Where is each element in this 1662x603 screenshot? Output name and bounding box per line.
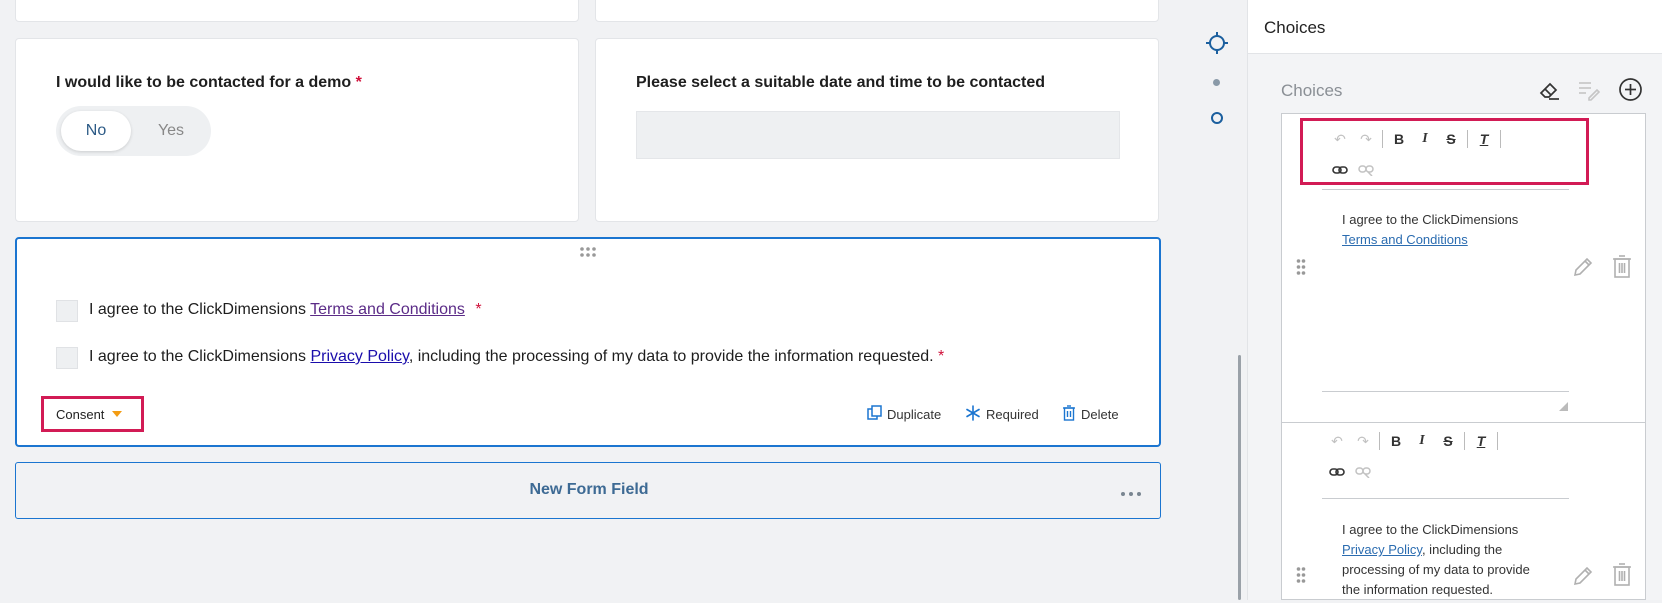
undo-icon[interactable]: ↶	[1324, 429, 1350, 453]
choice-item[interactable]: ↶ ↷ B I S T I agree to the ClickDimensio…	[1282, 423, 1645, 603]
toggle-option-no[interactable]: No	[61, 111, 131, 151]
add-circle-icon[interactable]	[1618, 77, 1643, 102]
rich-text-toolbar: ↶ ↷ B I S T	[1300, 118, 1589, 185]
pencil-icon[interactable]	[1572, 565, 1594, 587]
strikethrough-button[interactable]: S	[1438, 127, 1464, 151]
toggle-option-yes[interactable]: Yes	[136, 111, 206, 151]
date-field-label: Please select a suitable date and time t…	[636, 74, 1046, 91]
new-form-field-label: New Form Field	[529, 481, 649, 498]
trash-icon[interactable]	[1612, 255, 1632, 278]
terms-checkbox[interactable]	[56, 300, 78, 322]
rich-text-toolbar: ↶ ↷ B I S T	[1324, 429, 1501, 453]
demo-field-label: I would like to be contacted for a demo …	[56, 74, 362, 91]
asterisk-icon	[965, 405, 981, 424]
resize-handle-icon[interactable]	[1559, 402, 1568, 411]
prev-card-left	[15, 0, 579, 22]
trash-icon[interactable]	[1612, 563, 1632, 586]
prev-card-right	[595, 0, 1159, 22]
required-button[interactable]: Required	[965, 405, 1039, 424]
unlink-icon[interactable]	[1350, 460, 1376, 484]
italic-button[interactable]: I	[1412, 127, 1438, 151]
demo-toggle[interactable]: No Yes	[56, 106, 211, 156]
caret-down-icon	[112, 411, 123, 417]
drag-handle-icon[interactable]	[1296, 258, 1306, 276]
terms-consent-text: I agree to the ClickDimensions Terms and…	[89, 301, 482, 318]
redo-icon[interactable]: ↷	[1350, 429, 1376, 453]
scrollbar-thumb[interactable]	[1238, 355, 1241, 600]
choice-text-editor[interactable]: I agree to the ClickDimensions Terms and…	[1342, 210, 1562, 250]
new-form-field-button[interactable]: New Form Field	[15, 462, 1161, 519]
delete-button[interactable]: Delete	[1062, 405, 1119, 424]
privacy-checkbox[interactable]	[56, 347, 78, 369]
consent-field-card[interactable]: I agree to the ClickDimensions Terms and…	[15, 237, 1161, 447]
editor-top-rule	[1322, 498, 1569, 499]
choice-item[interactable]: ↶ ↷ B I S T I agree to the ClickDimensio…	[1282, 114, 1645, 422]
bold-button[interactable]: B	[1386, 127, 1412, 151]
editor-top-rule	[1322, 189, 1569, 190]
edit-list-icon	[1577, 78, 1601, 102]
duplicate-icon	[867, 405, 882, 423]
unlink-icon[interactable]	[1353, 158, 1379, 182]
more-options-icon[interactable]	[1120, 485, 1142, 496]
choices-section-label: Choices	[1281, 81, 1343, 100]
demo-field-card[interactable]: I would like to be contacted for a demo …	[15, 38, 579, 222]
drag-handle-icon[interactable]	[1296, 566, 1306, 584]
required-asterisk: *	[475, 301, 482, 318]
date-field-card[interactable]: Please select a suitable date and time t…	[595, 38, 1159, 222]
required-asterisk: *	[355, 74, 362, 91]
link-icon[interactable]	[1327, 158, 1353, 182]
clear-format-button[interactable]: T	[1471, 127, 1497, 151]
crosshair-icon[interactable]	[1205, 31, 1229, 55]
nav-dot-outline[interactable]	[1211, 112, 1223, 124]
choice-text-editor[interactable]: I agree to the ClickDimensions Privacy P…	[1342, 520, 1562, 600]
field-type-dropdown[interactable]: Consent	[41, 396, 144, 432]
panel-header: Choices	[1264, 18, 1326, 37]
required-asterisk: *	[938, 348, 945, 365]
duplicate-button[interactable]: Duplicate	[867, 405, 941, 423]
privacy-link[interactable]: Privacy Policy	[310, 348, 408, 365]
field-type-label: Consent	[56, 406, 105, 422]
trash-icon	[1062, 405, 1076, 424]
choices-list: ↶ ↷ B I S T I agree to the ClickDimensio…	[1281, 113, 1646, 600]
link-icon[interactable]	[1324, 460, 1350, 484]
privacy-consent-text: I agree to the ClickDimensions Privacy P…	[89, 348, 945, 365]
date-time-input[interactable]	[636, 111, 1120, 159]
editor-bottom-rule	[1322, 391, 1569, 392]
bold-button[interactable]: B	[1383, 429, 1409, 453]
clear-format-button[interactable]: T	[1468, 429, 1494, 453]
drag-handle-icon[interactable]	[579, 245, 597, 257]
strikethrough-button[interactable]: S	[1435, 429, 1461, 453]
undo-icon[interactable]: ↶	[1327, 127, 1353, 151]
nav-dot[interactable]	[1213, 79, 1220, 86]
pencil-icon[interactable]	[1572, 256, 1594, 278]
redo-icon[interactable]: ↷	[1353, 127, 1379, 151]
privacy-link[interactable]: Privacy Policy	[1342, 542, 1422, 557]
terms-link[interactable]: Terms and Conditions	[1342, 230, 1562, 250]
terms-link[interactable]: Terms and Conditions	[310, 301, 465, 318]
italic-button[interactable]: I	[1409, 429, 1435, 453]
eraser-icon[interactable]	[1537, 78, 1561, 102]
properties-panel: Choices Choices ↶ ↷ B I S T I agree to t…	[1247, 0, 1662, 600]
